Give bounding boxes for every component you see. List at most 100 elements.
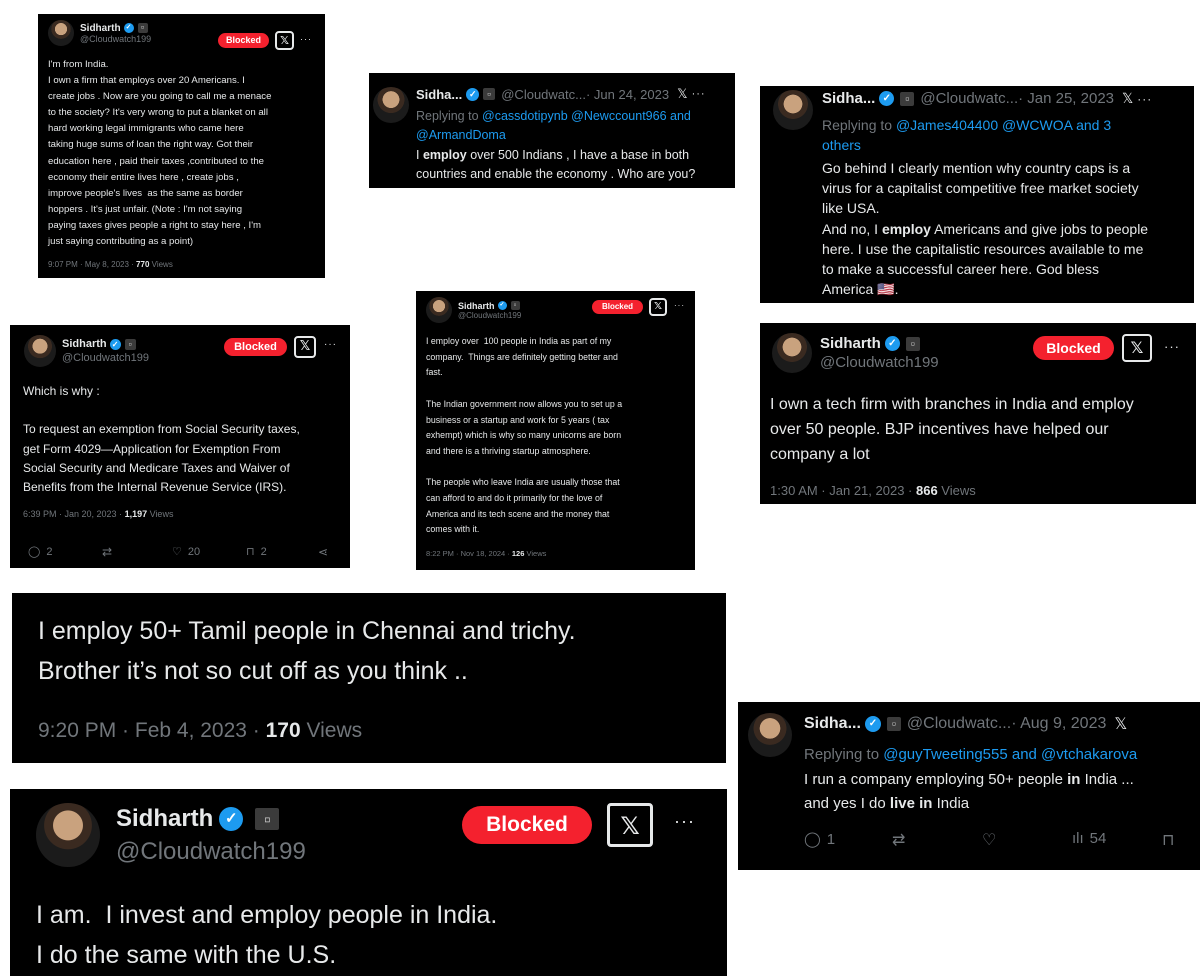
tweet-card-7[interactable]: I employ 50+ Tamil people in Chennai and… (12, 593, 726, 763)
x-logo-icon: 𝕏 (275, 31, 294, 50)
like-button[interactable]: ♡ (982, 830, 996, 850)
verified-icon: ✓ (879, 91, 895, 106)
reply-button[interactable]: ◯ 2 (28, 545, 53, 559)
views-label: Views (147, 509, 174, 519)
bookmark-button[interactable]: ⊓ (1162, 830, 1174, 850)
like-icon: ♡ (982, 832, 997, 849)
blocked-button[interactable]: Blocked (592, 300, 643, 314)
blocked-button[interactable]: Blocked (462, 806, 592, 844)
tweet-text: Which is why : To request an exemption f… (23, 384, 300, 495)
author-handle[interactable]: @Cloudwatch199 (62, 352, 149, 364)
more-icon[interactable]: ··· (692, 88, 706, 100)
tweet-time[interactable]: 6:39 PM · Jan 20, 2023 · (23, 509, 125, 519)
verified-icon: ✓ (884, 336, 900, 351)
tweet-time[interactable]: 9:20 PM · Feb 4, 2023 · (38, 719, 266, 742)
tweet-card-3[interactable]: Sidha... ✓ ▫ @Cloudwatc... · Jan 25, 202… (760, 86, 1194, 303)
verified-icon: ✓ (497, 301, 507, 310)
author-handle[interactable]: @Cloudwatc... (920, 90, 1018, 107)
affiliate-badge: ▫ (900, 91, 915, 106)
reply-count: 2 (46, 545, 53, 558)
views-count: 770 (136, 260, 150, 269)
like-button[interactable]: ♡ 20 (172, 545, 200, 559)
author-name[interactable]: Sidharth (116, 805, 213, 833)
author-name[interactable]: Sidha... (822, 90, 875, 107)
avatar[interactable] (373, 87, 409, 123)
tweet-time[interactable]: 9:07 PM · May 8, 2023 · (48, 260, 136, 269)
avatar[interactable] (748, 713, 792, 757)
tweet-card-9[interactable]: Sidharth ✓ ▫ @Cloudwatch199 Blocked 𝕏 ··… (10, 789, 727, 976)
x-logo-icon: 𝕏 (294, 336, 316, 358)
author-handle[interactable]: @Cloudwatch199 (458, 311, 521, 320)
affiliate-badge: ▫ (510, 301, 520, 310)
retweet-button[interactable]: ⇄ (102, 545, 112, 559)
avatar[interactable] (426, 297, 452, 323)
tweet-date[interactable]: · Jun 24, 2023 (586, 87, 669, 102)
tweet-date[interactable]: · Jan 25, 2023 (1018, 90, 1114, 107)
verified-icon: ✓ (864, 716, 881, 732)
tweet-card-1[interactable]: Sidharth ✓ ▫ @Cloudwatch199 Blocked 𝕏 ··… (38, 14, 325, 278)
author-name[interactable]: Sidharth (80, 23, 121, 34)
tweet-card-4[interactable]: Sidharth ✓ ▫ @Cloudwatch199 Blocked 𝕏 ··… (10, 325, 350, 568)
author-handle[interactable]: @Cloudwatch199 (116, 838, 306, 866)
analytics-button[interactable]: ılı 54 (1072, 830, 1106, 847)
author-handle[interactable]: @Cloudwatc... (907, 715, 1011, 733)
more-icon[interactable]: ··· (1137, 92, 1152, 106)
blocked-button[interactable]: Blocked (1033, 336, 1114, 360)
tweet-time[interactable]: 1:30 AM · Jan 21, 2023 · (770, 483, 916, 498)
blocked-button[interactable]: Blocked (224, 338, 287, 356)
views-count: 1,197 (124, 509, 148, 519)
author-name[interactable]: Sidharth (820, 335, 881, 352)
tweet-text: I'm from India. I own a firm that employ… (48, 59, 272, 248)
avatar[interactable] (48, 20, 74, 46)
bookmark-icon: ⊓ (246, 546, 255, 558)
views-count: 126 (511, 549, 525, 558)
tweet-meta: 9:20 PM · Feb 4, 2023 · 170 Views (38, 719, 362, 743)
replying-to-label: Replying to (416, 109, 483, 123)
share-button[interactable]: ⋖ (318, 545, 328, 559)
tweet-time[interactable]: 8:22 PM · Nov 18, 2024 · (426, 549, 512, 558)
author-name[interactable]: Sidharth (62, 338, 107, 350)
author-handle[interactable]: @Cloudwatc... (501, 87, 586, 102)
tweet-card-2[interactable]: Sidha... ✓ ▫ @Cloudwatc... · Jun 24, 202… (369, 73, 735, 188)
reply-button[interactable]: ◯ 1 (804, 830, 836, 849)
author-handle[interactable]: @Cloudwatch199 (820, 354, 939, 371)
reply-count: 1 (826, 830, 836, 848)
tweet-text: Go behind I clearly mention why country … (822, 160, 1149, 298)
views-count: 54 (1089, 830, 1107, 847)
author-name[interactable]: Sidharth (458, 301, 495, 311)
affiliate-badge: ▫ (255, 808, 280, 830)
avatar[interactable] (772, 333, 812, 373)
bookmark-button[interactable]: ⊓ 2 (246, 545, 267, 559)
author-name[interactable]: Sidha... (804, 715, 861, 733)
reply-mentions[interactable]: @guyTweeting555 and @vtchakarova (883, 746, 1137, 763)
verified-icon: ✓ (109, 338, 121, 350)
author-name[interactable]: Sidha... (416, 87, 462, 102)
verified-icon: ✓ (219, 807, 244, 831)
author-handle[interactable]: @Cloudwatch199 (80, 34, 151, 44)
more-icon[interactable]: ··· (324, 339, 337, 350)
avatar[interactable] (36, 803, 100, 867)
x-logo-icon: 𝕏 (1122, 334, 1152, 362)
affiliate-badge: ▫ (905, 336, 920, 351)
tweet-meta: 6:39 PM · Jan 20, 2023 · 1,197 Views (23, 509, 173, 519)
avatar[interactable] (24, 335, 56, 367)
tweet-card-5[interactable]: Sidharth ✓ ▫ @Cloudwatch199 Blocked 𝕏 ··… (416, 291, 695, 570)
x-logo-icon: 𝕏 (1122, 90, 1134, 106)
blocked-button[interactable]: Blocked (218, 33, 269, 48)
more-icon[interactable]: ··· (674, 301, 685, 310)
views-count: 866 (915, 483, 938, 498)
avatar[interactable] (773, 90, 813, 130)
reply-context: Replying to @guyTweeting555 and @vtchaka… (804, 743, 1137, 767)
views-label: Views (937, 483, 976, 498)
tweet-meta: 9:07 PM · May 8, 2023 · 770 Views (48, 260, 173, 269)
tweet-text: I employ 50+ Tamil people in Chennai and… (38, 617, 576, 685)
more-icon[interactable]: ··· (674, 811, 695, 832)
more-icon[interactable]: ··· (300, 34, 312, 44)
affiliate-badge: ▫ (886, 717, 901, 731)
tweet-date[interactable]: · Aug 9, 2023 (1011, 715, 1106, 733)
analytics-icon: ılı (1072, 830, 1084, 847)
more-icon[interactable]: ··· (1164, 339, 1180, 354)
retweet-button[interactable]: ⇄ (892, 830, 905, 850)
tweet-card-6[interactable]: Sidharth ✓ ▫ @Cloudwatch199 Blocked 𝕏 ··… (760, 323, 1196, 504)
tweet-card-8[interactable]: Sidha... ✓ ▫ @Cloudwatc... · Aug 9, 2023… (738, 702, 1200, 870)
